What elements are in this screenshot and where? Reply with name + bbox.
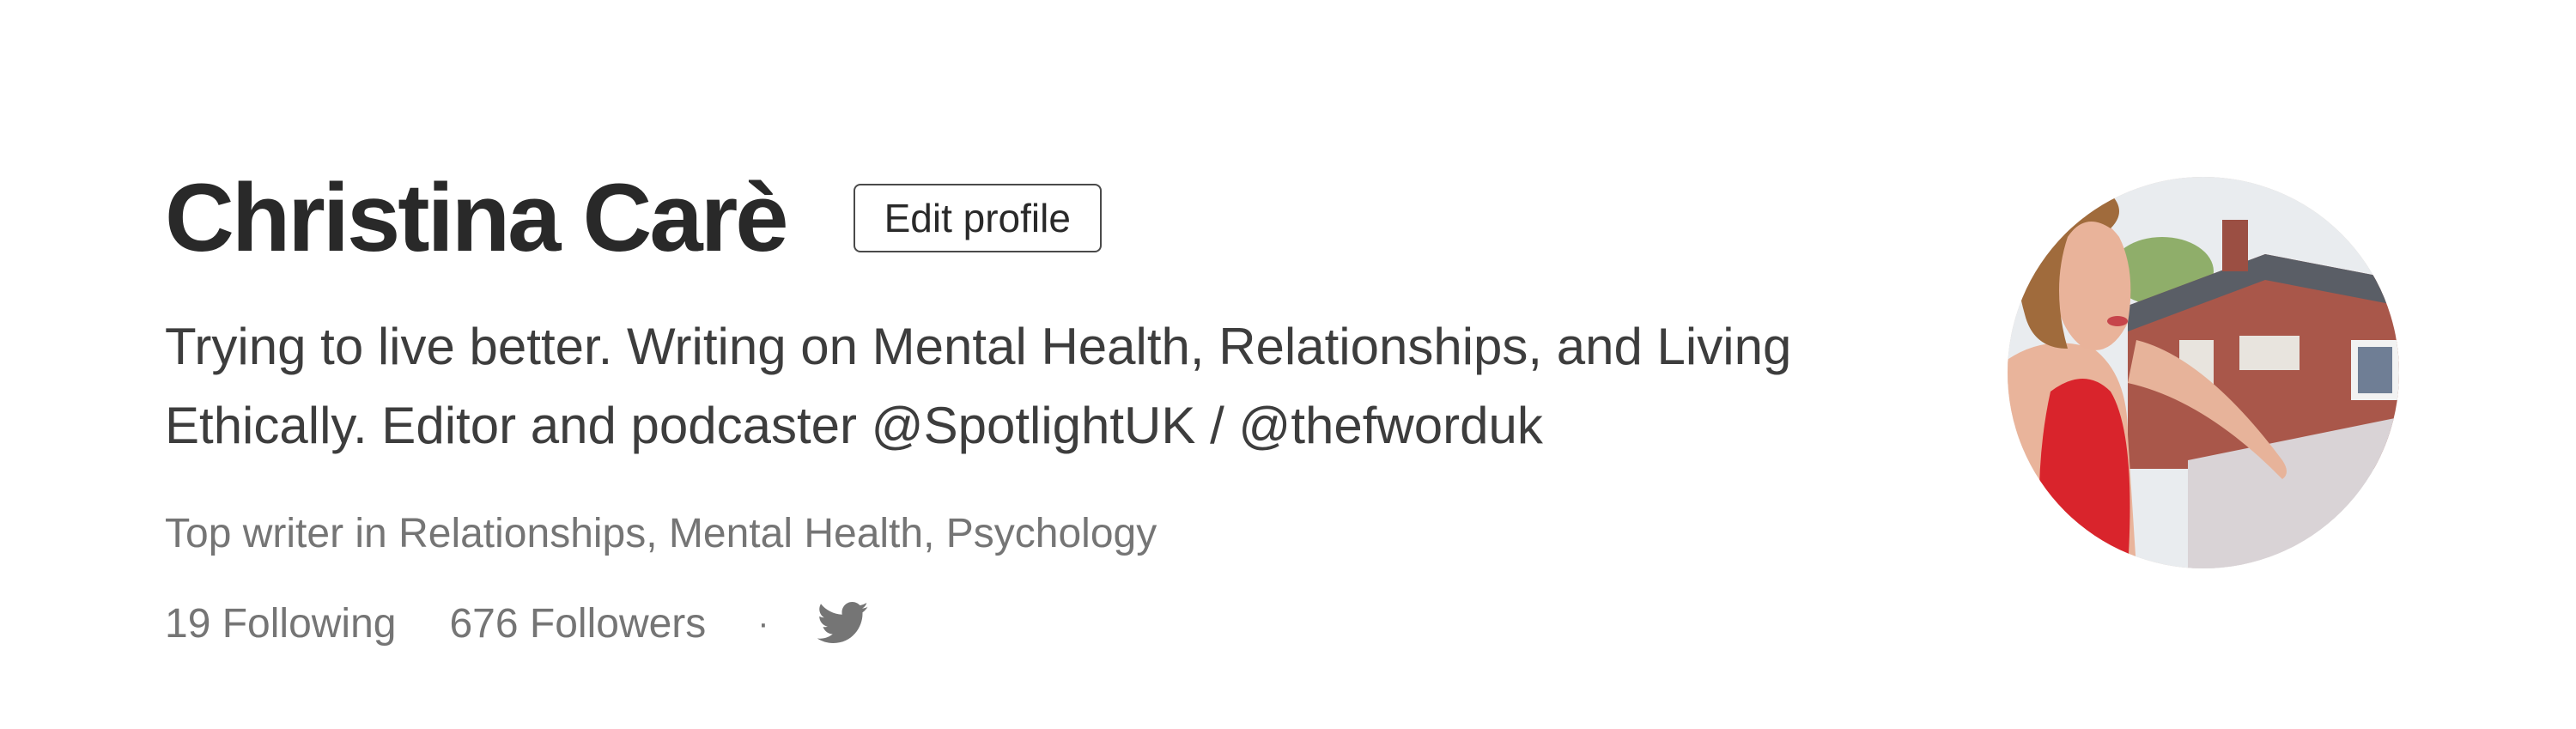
- avatar-photo: [2008, 177, 2399, 568]
- twitter-bird-glyph: [817, 602, 868, 643]
- profile-header: Christina Carè Edit profile Trying to li…: [165, 163, 1968, 651]
- separator-dot: ·: [757, 604, 769, 642]
- profile-name: Christina Carè: [165, 164, 789, 271]
- following-link[interactable]: 19 Following: [165, 600, 396, 647]
- followers-link[interactable]: 676 Followers: [449, 600, 706, 647]
- profile-bio: Trying to live better. Writing on Mental…: [165, 318, 1792, 454]
- profile-avatar[interactable]: [2008, 177, 2399, 568]
- twitter-icon[interactable]: [816, 596, 871, 651]
- top-writer-text: Top writer in Relationships, Mental Heal…: [165, 511, 1157, 556]
- stats-row: 19 Following 676 Followers ·: [165, 596, 1968, 651]
- edit-profile-button[interactable]: Edit profile: [853, 184, 1102, 252]
- name-row: Christina Carè Edit profile: [165, 163, 1968, 273]
